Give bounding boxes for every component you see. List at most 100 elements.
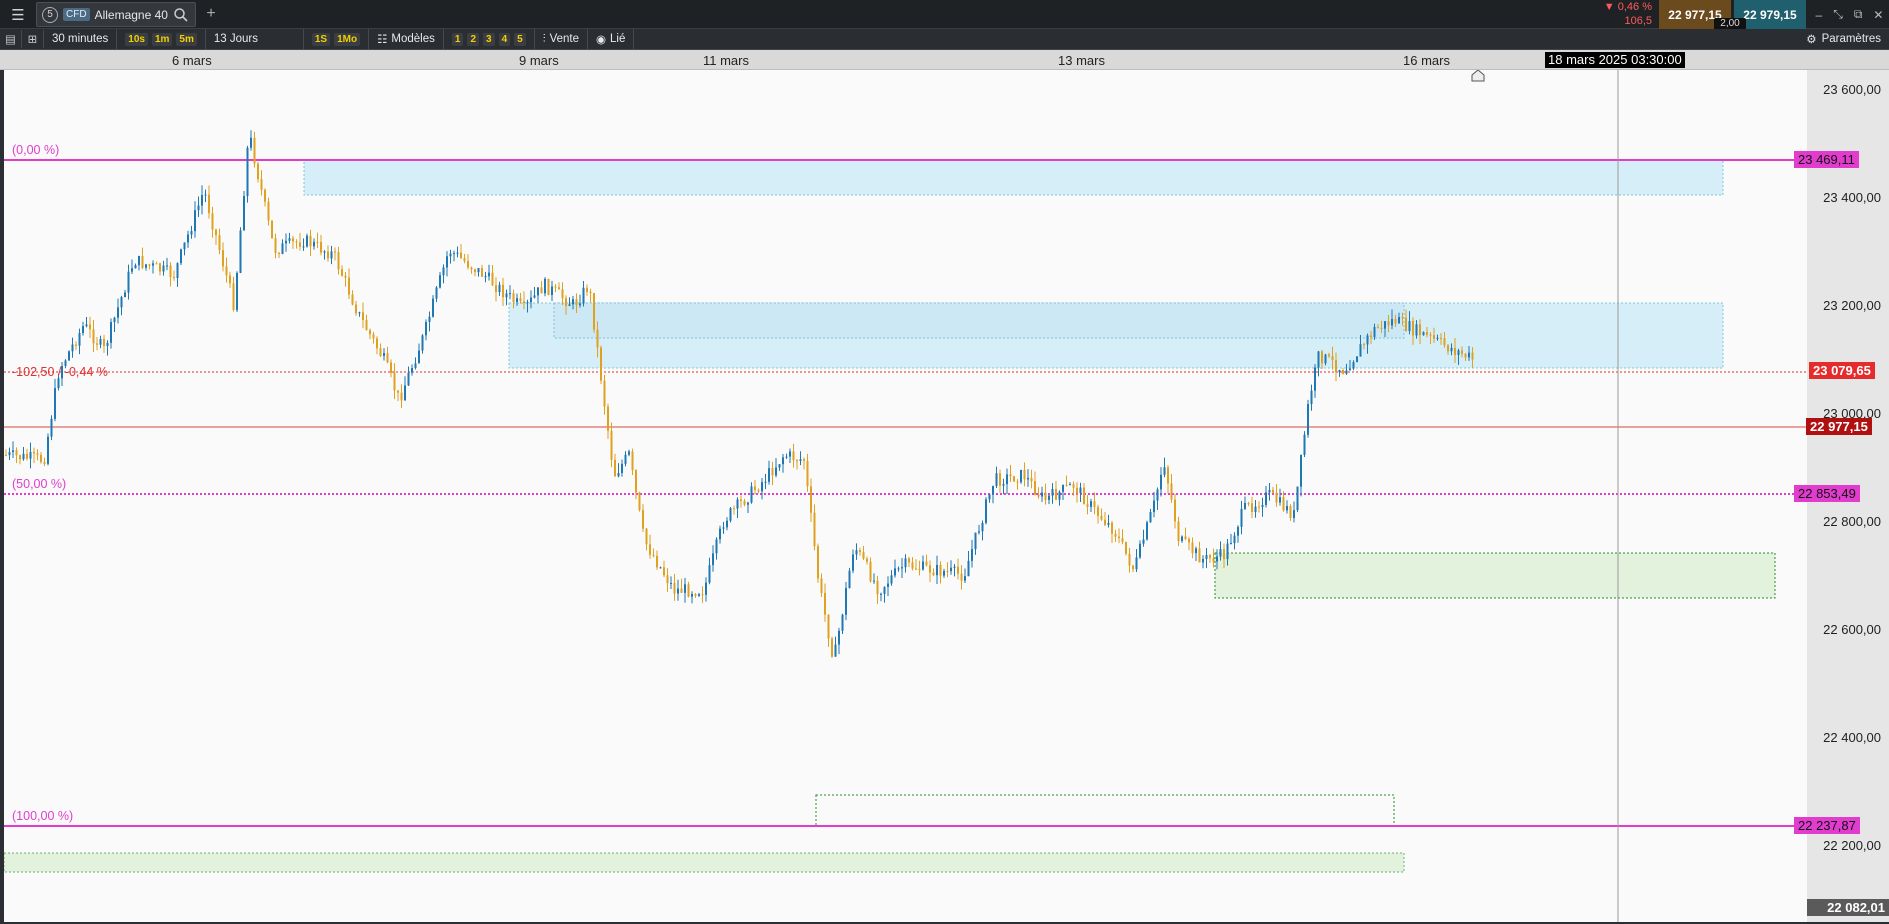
fib-50-price-tag: 22 853,49 [1794, 485, 1860, 502]
candle-body [1419, 324, 1421, 336]
close-icon[interactable]: ✕ [1873, 8, 1883, 22]
date-label: 9 mars [519, 53, 559, 68]
candle-body [824, 592, 826, 615]
candle-body [1328, 354, 1330, 357]
tf-1m-button[interactable]: 1m [151, 32, 173, 46]
candle-body [155, 263, 158, 265]
candle-body [628, 451, 630, 455]
candle-body [1076, 487, 1078, 494]
demand-zone[interactable] [3, 852, 1405, 873]
candle-body [1202, 558, 1204, 563]
candle-body [897, 568, 900, 570]
linked-button[interactable]: ◉ Lié [588, 28, 635, 50]
menu-icon[interactable]: ☰ [4, 3, 32, 26]
candle-body [862, 552, 865, 559]
restore-icon[interactable]: ⤡ [1833, 7, 1843, 22]
candle-body [1065, 484, 1068, 486]
candle-body [1181, 536, 1183, 542]
popout-icon[interactable]: ⧉ [1854, 7, 1863, 22]
list-icon[interactable]: ▤ [0, 30, 22, 48]
candle-body [141, 256, 144, 268]
candle-body [894, 568, 896, 576]
candle-body [764, 481, 767, 483]
supply-zone[interactable] [303, 159, 1724, 196]
candle-body [89, 324, 91, 330]
candle-body [614, 459, 616, 477]
candle-body [1296, 486, 1299, 511]
candle-body [1457, 350, 1460, 355]
period-select[interactable]: 13 Jours [206, 28, 304, 50]
price-chart[interactable] [3, 70, 1807, 922]
candle-body [40, 454, 42, 463]
tf-10s-button[interactable]: 10s [125, 32, 148, 46]
candle-body [85, 324, 88, 327]
gear-icon: ⚙ [1806, 34, 1817, 46]
candle-body [547, 278, 550, 295]
chart-canvas[interactable]: (0,00 %) (50,00 %) (100,00 %) -102,50 / … [3, 70, 1807, 922]
timeframe-select[interactable]: 30 minutes [44, 28, 118, 50]
layout-3-button[interactable]: 3 [483, 32, 495, 46]
candle-body [715, 539, 718, 554]
candle-body [134, 265, 137, 269]
layout-1-button[interactable]: 1 [451, 32, 464, 46]
period-1mo-button[interactable]: 1Mo [334, 32, 361, 46]
candle-body [1282, 497, 1285, 511]
candle-body [733, 508, 735, 510]
candle-body [460, 252, 462, 259]
candle-body [1069, 484, 1071, 486]
candle-body [309, 235, 312, 247]
fib-100-price-tag: 22 237,87 [1794, 817, 1860, 834]
candle-body [1041, 492, 1043, 497]
demand-zone[interactable] [815, 794, 1395, 827]
home-marker-icon[interactable] [1471, 70, 1485, 82]
candle-body [1443, 338, 1446, 346]
templates-button[interactable]: ☷ Modèles [369, 28, 444, 50]
candle-body [1016, 481, 1019, 483]
supply-zone[interactable] [553, 302, 1405, 339]
candle-body [1426, 332, 1428, 335]
candle-body [407, 372, 410, 386]
axis-label: 22 600,00 [1823, 622, 1881, 637]
candle-body [1394, 319, 1397, 324]
candle-body [117, 307, 119, 318]
candle-body [1398, 317, 1400, 324]
side-button[interactable]: ⫶ Vente [535, 28, 588, 50]
candle-body [481, 268, 483, 277]
layout-5-button[interactable]: 5 [514, 32, 526, 46]
settings-button[interactable]: ⚙ Paramètres [1806, 32, 1889, 46]
minimize-icon[interactable]: ‒ [1816, 8, 1823, 22]
candle-body [358, 312, 361, 314]
demand-zone[interactable] [1214, 552, 1776, 599]
candle-body [586, 287, 588, 292]
candle-body [806, 460, 809, 487]
candle-body [701, 594, 704, 596]
candle-body [617, 473, 620, 477]
layout-4-button[interactable]: 4 [498, 32, 511, 46]
tf-5m-button[interactable]: 5m [176, 32, 197, 46]
candle-body [253, 137, 256, 164]
candle-body [208, 194, 210, 214]
layout-grid-icon[interactable]: ⊞ [22, 30, 44, 48]
candle-body [1097, 507, 1099, 516]
candle-body [1013, 476, 1015, 482]
chart-toolbar: ▤ ⊞ 30 minutes 10s 1m 5m 13 Jours 1S 1Mo… [0, 28, 1889, 50]
alert-price-tag[interactable]: 23 079,65 [1809, 362, 1875, 379]
candle-body [110, 322, 112, 343]
fib-0-price-tag: 23 469,11 [1794, 151, 1859, 168]
candle-body [656, 555, 658, 568]
search-icon[interactable] [173, 7, 189, 23]
candle-body [239, 230, 242, 273]
candle-body [1044, 492, 1047, 500]
candle-body [554, 286, 557, 288]
candle-body [131, 268, 133, 272]
candle-body [551, 286, 553, 295]
layout-2-button[interactable]: 2 [467, 32, 479, 46]
instrument-tab[interactable]: 5 CFD Allemagne 40 [36, 2, 196, 27]
candle-body [215, 229, 217, 236]
add-tab-icon[interactable]: + [200, 3, 222, 25]
candle-body [1100, 515, 1103, 520]
candle-body [1184, 536, 1187, 539]
period-1s-button[interactable]: 1S [311, 32, 331, 46]
candle-body [925, 561, 928, 566]
candle-body [334, 251, 336, 253]
